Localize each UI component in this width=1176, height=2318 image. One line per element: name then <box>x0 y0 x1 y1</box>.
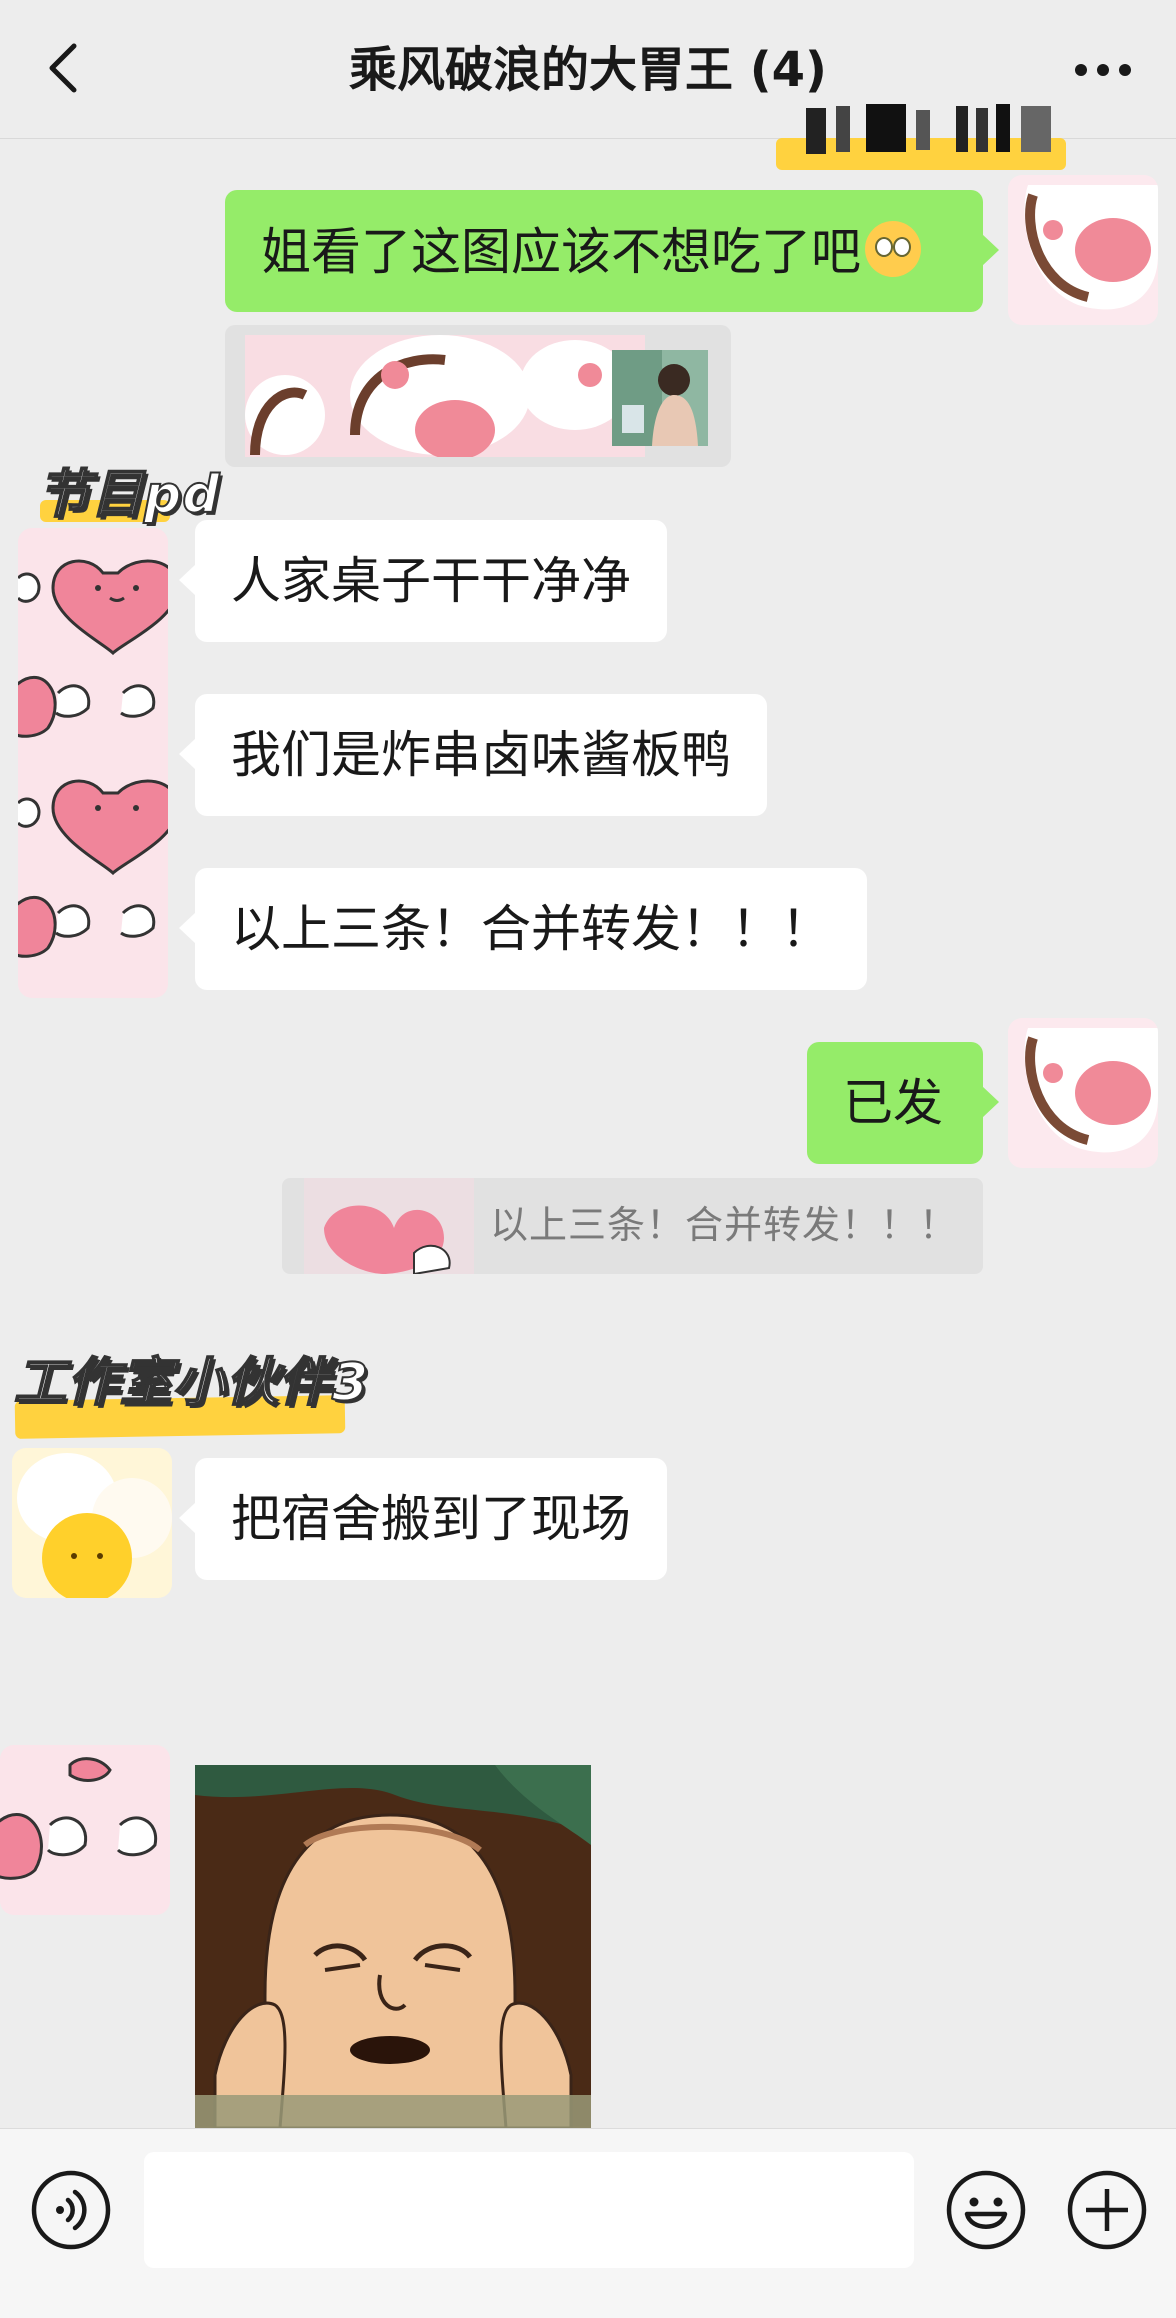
message-incoming[interactable]: 我们是炸串卤味酱板鸭 <box>179 694 767 816</box>
image-message[interactable] <box>225 325 731 467</box>
message-text: 姐看了这图应该不想吃了吧 <box>261 223 861 281</box>
self-avatar[interactable] <box>1008 1018 1158 1168</box>
plus-icon[interactable] <box>1066 2169 1148 2251</box>
sender-tag: 工作室小伙伴3 <box>13 1352 370 1414</box>
quoted-text: 以上三条！合并转发！！！ <box>490 1203 959 1247</box>
heart-avatar[interactable] <box>0 1745 170 1915</box>
sticker-thumbnail <box>245 335 645 457</box>
sender-tag: 节目pd <box>37 464 221 526</box>
message-outgoing[interactable]: 已发 <box>807 1042 999 1164</box>
voice-icon[interactable] <box>30 2169 112 2251</box>
message-incoming[interactable]: 把宿舍搬到了现场 <box>179 1458 667 1580</box>
input-bar <box>0 2128 1176 2318</box>
self-avatar[interactable] <box>1008 175 1158 325</box>
photo-thumbnail <box>612 350 708 446</box>
message-incoming[interactable]: 人家桌子干干净净 <box>179 520 667 642</box>
redacted-sender-tag <box>776 104 1066 170</box>
message-outgoing[interactable]: 姐看了这图应该不想吃了吧 <box>225 190 999 312</box>
message-input[interactable] <box>144 2152 914 2268</box>
yellow-avatar[interactable] <box>12 1448 172 1598</box>
heart-avatar[interactable] <box>18 528 168 998</box>
chat-title: 乘风破浪的大胃王 (4) <box>349 42 827 98</box>
ellipsis-icon[interactable] <box>1068 40 1138 100</box>
quoted-sticker-thumbnail <box>304 1178 474 1274</box>
emoji-icon[interactable] <box>945 2169 1027 2251</box>
cartoon-image-message[interactable] <box>195 1765 591 2128</box>
message-incoming[interactable]: 以上三条！合并转发！！！ <box>179 868 867 990</box>
quoted-message[interactable]: 以上三条！合并转发！！！ <box>282 1178 983 1274</box>
flushed-face-emoji <box>865 221 921 277</box>
